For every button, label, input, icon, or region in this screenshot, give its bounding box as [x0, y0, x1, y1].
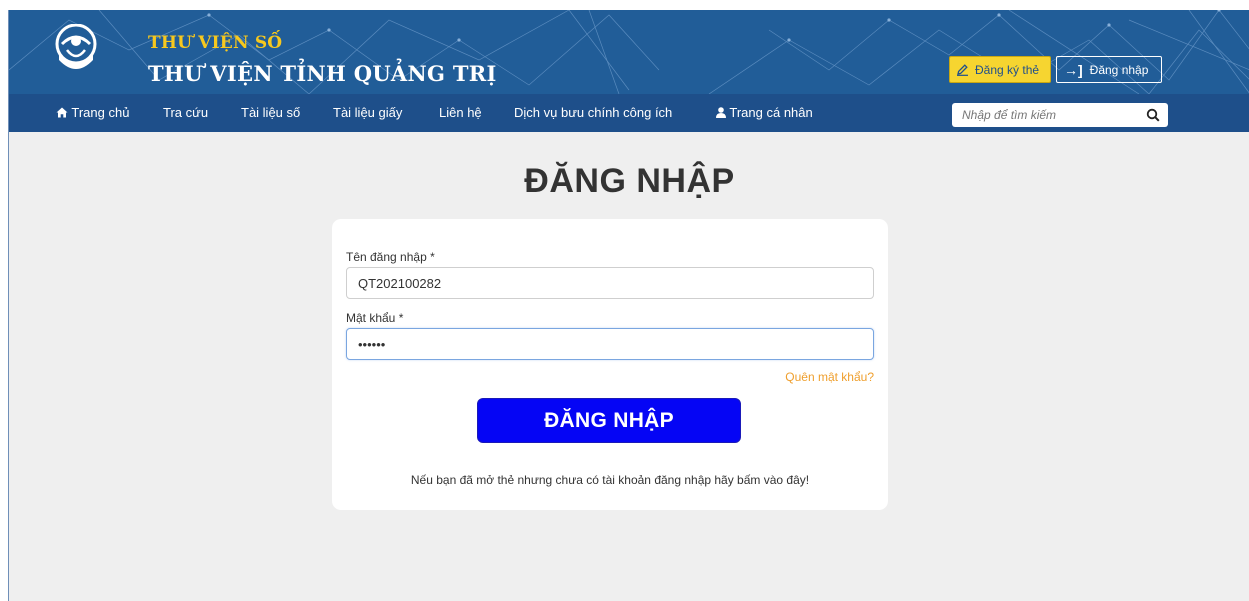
register-card-button[interactable]: Đăng ký thẻ	[949, 56, 1051, 83]
login-icon: →]	[1064, 61, 1083, 78]
forgot-password-link[interactable]: Quên mật khẩu?	[785, 370, 874, 384]
username-field[interactable]	[346, 267, 874, 299]
create-account-link[interactable]: Nếu bạn đã mở thẻ nhưng chưa có tài khoả…	[332, 473, 888, 487]
nav-item-paper-docs[interactable]: Tài liệu giấy	[333, 105, 402, 120]
home-icon	[56, 107, 68, 118]
login-button[interactable]: →] Đăng nhập	[1056, 56, 1162, 83]
nav-item-home[interactable]: Trang chủ	[56, 105, 129, 120]
nav-item-postal-service[interactable]: Dịch vụ bưu chính công ích	[514, 105, 672, 120]
password-field[interactable]	[346, 328, 874, 360]
nav-profile-label: Trang cá nhân	[729, 105, 813, 120]
nav-item-profile[interactable]: Trang cá nhân	[716, 105, 813, 120]
page-title: ĐĂNG NHẬP	[524, 162, 735, 200]
username-label: Tên đăng nhập *	[346, 250, 435, 264]
page-frame: THƯ VIỆN SỐ THƯ VIỆN TỈNH QUẢNG TRỊ Đăng…	[8, 10, 1249, 601]
nav-item-search[interactable]: Tra cứu	[163, 105, 208, 120]
main-nav: Trang chủ Tra cứu Tài liệu số Tài liệu g…	[9, 94, 1249, 132]
library-logo-icon[interactable]	[53, 23, 99, 78]
site-header: THƯ VIỆN SỐ THƯ VIỆN TỈNH QUẢNG TRỊ Đăng…	[9, 10, 1249, 94]
register-card-label: Đăng ký thẻ	[975, 62, 1040, 77]
login-label: Đăng nhập	[1089, 62, 1149, 77]
search-icon[interactable]	[1146, 108, 1160, 122]
password-label: Mật khẩu *	[346, 311, 404, 325]
search-input[interactable]	[952, 103, 1137, 127]
login-submit-button[interactable]: ĐĂNG NHẬP	[477, 398, 741, 443]
site-title[interactable]: THƯ VIỆN TỈNH QUẢNG TRỊ	[148, 61, 497, 86]
nav-home-label: Trang chủ	[71, 105, 130, 120]
nav-item-digital-docs[interactable]: Tài liệu số	[241, 105, 300, 120]
search-box	[952, 103, 1168, 127]
login-card: Tên đăng nhập * Mật khẩu * Quên mật khẩu…	[332, 219, 888, 510]
nav-item-contact[interactable]: Liên hệ	[439, 105, 482, 120]
pencil-icon	[957, 64, 968, 76]
user-icon	[716, 107, 726, 118]
site-subtitle: THƯ VIỆN SỐ	[148, 33, 283, 53]
